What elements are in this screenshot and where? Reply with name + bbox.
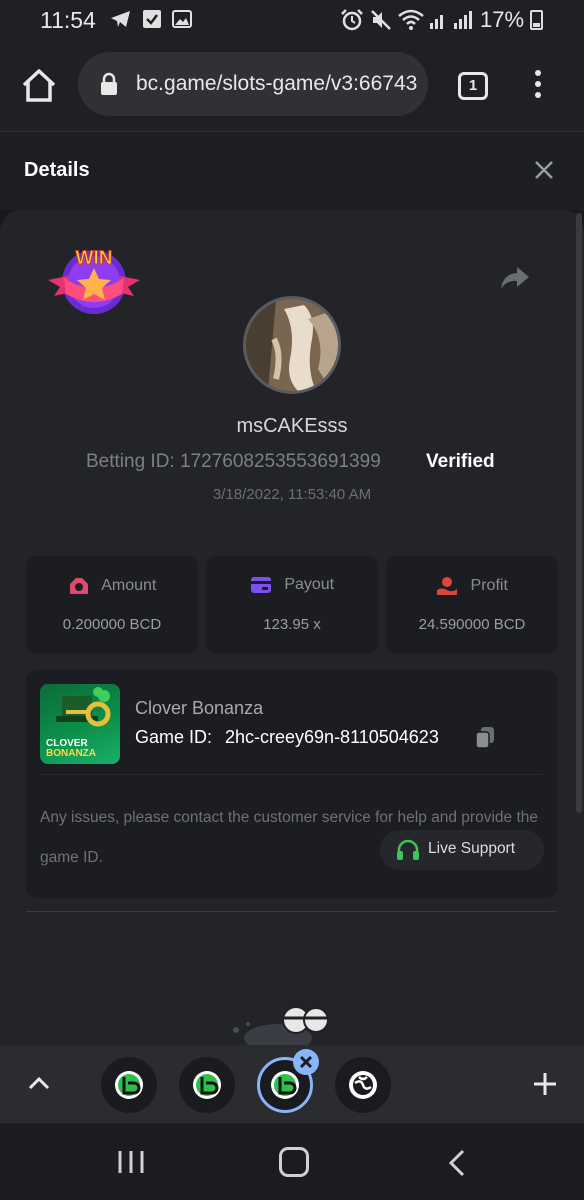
stat-amount-value: 0.200000 BCD xyxy=(62,616,162,633)
profit-icon xyxy=(437,577,458,595)
thumb-line2: BONANZA xyxy=(46,748,96,759)
stat-amount: Amount 0.200000 BCD xyxy=(26,556,198,654)
telegram-icon xyxy=(111,11,130,27)
divider xyxy=(26,911,557,912)
game-info-panel: CLOVER BONANZA Clover Bonanza Game ID: 2… xyxy=(26,670,557,898)
stat-payout-label: Payout xyxy=(284,576,335,594)
bcgame-favicon-icon xyxy=(193,1071,221,1099)
tab-bcgame-1[interactable] xyxy=(101,1057,157,1113)
browser-toolbar: bc.game/slots-game/v3:66743 1 xyxy=(0,40,584,132)
globe-icon xyxy=(349,1071,377,1099)
system-nav-bar xyxy=(0,1123,584,1200)
mute-icon xyxy=(371,10,391,30)
battery-icon xyxy=(530,10,543,30)
status-time: 11:54 xyxy=(40,7,96,33)
home-nav-icon[interactable] xyxy=(279,1147,309,1177)
live-support-button[interactable]: Live Support xyxy=(380,830,544,870)
username: msCAKEsss xyxy=(236,415,348,437)
tab-strip xyxy=(0,1045,584,1123)
game-name[interactable]: Clover Bonanza xyxy=(135,698,263,719)
bcgame-favicon-icon xyxy=(115,1071,143,1099)
tab-globe[interactable] xyxy=(335,1057,391,1113)
live-support-label: Live Support xyxy=(428,840,516,857)
copy-icon[interactable] xyxy=(474,726,496,750)
url-bar[interactable]: bc.game/slots-game/v3:66743 xyxy=(78,52,428,116)
verified-link[interactable]: Verified xyxy=(426,451,495,473)
stat-payout: Payout 123.95 x xyxy=(206,556,378,654)
details-header: Details xyxy=(0,132,584,210)
image-icon xyxy=(172,10,192,28)
back-icon[interactable] xyxy=(448,1149,466,1177)
status-bar: 11:54 17% xyxy=(0,0,584,40)
win-badge-icon: WIN xyxy=(48,248,140,314)
home-icon[interactable] xyxy=(20,67,58,103)
mascot-icon xyxy=(233,999,329,1045)
check-icon xyxy=(143,10,161,28)
tab-switcher-button[interactable]: 1 xyxy=(458,72,488,100)
close-icon[interactable] xyxy=(530,156,558,184)
scrollbar[interactable] xyxy=(576,213,582,813)
wifi-icon xyxy=(398,9,424,30)
tab-bcgame-2[interactable] xyxy=(179,1057,235,1113)
bet-timestamp: 3/18/2022, 11:53:40 AM xyxy=(212,486,372,503)
headset-icon xyxy=(397,839,419,860)
game-id-value: 2hc-creey69n-8110504623 xyxy=(225,727,439,747)
close-tab-icon[interactable] xyxy=(293,1049,319,1075)
stat-payout-value: 123.95 x xyxy=(263,616,321,633)
win-badge-text: WIN xyxy=(76,248,113,269)
avatar[interactable] xyxy=(243,296,341,394)
chevron-up-icon[interactable] xyxy=(26,1073,52,1093)
game-id-label: Game ID: xyxy=(135,727,213,747)
betting-id: Betting ID: 1727608253553691399 xyxy=(86,451,381,472)
clover-bonanza-logo: CLOVER BONANZA xyxy=(46,687,111,759)
new-tab-icon[interactable] xyxy=(532,1071,558,1097)
details-title: Details xyxy=(24,159,90,181)
stat-profit-value: 24.590000 BCD xyxy=(418,616,526,633)
battery-percent: 17% xyxy=(480,7,525,32)
stat-profit-label: Profit xyxy=(470,577,508,595)
share-icon[interactable] xyxy=(500,265,530,291)
payout-icon xyxy=(250,577,271,593)
more-menu-icon[interactable] xyxy=(532,70,544,102)
bet-details-card: WIN msCAKEsss Betting ID: 17276082535536… xyxy=(0,210,584,1045)
lock-icon xyxy=(101,72,117,95)
amount-icon xyxy=(69,578,88,594)
alarm-icon xyxy=(341,9,363,31)
stat-amount-label: Amount xyxy=(101,577,157,595)
recents-icon[interactable] xyxy=(116,1149,146,1175)
signal-icon xyxy=(430,11,472,29)
game-thumbnail[interactable]: CLOVER BONANZA xyxy=(40,684,120,764)
url-text: bc.game/slots-game/v3:66743 xyxy=(136,72,418,95)
divider xyxy=(40,774,543,775)
stat-profit: Profit 24.590000 BCD xyxy=(386,556,558,654)
avatar-image xyxy=(246,299,338,391)
